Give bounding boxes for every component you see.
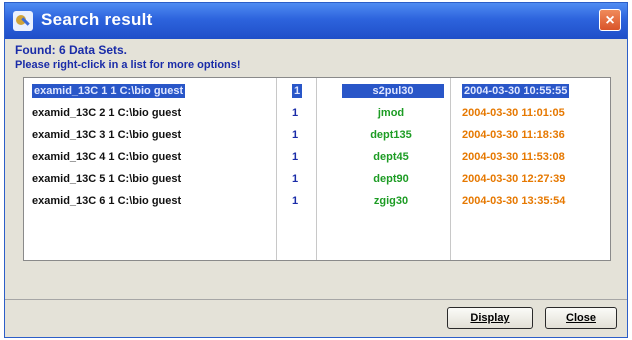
dataset-label: zgig30 xyxy=(373,195,409,207)
title-bar[interactable]: Search result × xyxy=(5,3,627,39)
dataset-timestamp: 2004-03-30 10:55:55 xyxy=(462,84,570,98)
close-button[interactable]: Close xyxy=(545,307,617,329)
dataset-timestamp: 2004-03-30 13:35:54 xyxy=(462,195,566,207)
dataset-number: 1 xyxy=(292,195,299,207)
dataset-path: examid_13C 4 1 C:\bio guest xyxy=(32,151,182,163)
search-app-icon xyxy=(13,11,33,31)
dataset-path: examid_13C 3 1 C:\bio guest xyxy=(32,129,182,141)
dataset-path: examid_13C 6 1 C:\bio guest xyxy=(32,195,182,207)
dataset-timestamp: 2004-03-30 11:01:05 xyxy=(462,107,565,119)
window-title: Search result xyxy=(41,10,153,29)
dataset-label: s2pul30 xyxy=(342,84,444,98)
search-result-dialog: Search result × Found: 6 Data Sets. Plea… xyxy=(4,2,628,338)
found-count-text: Found: 6 Data Sets. xyxy=(15,43,128,57)
results-list[interactable]: examid_13C 1 1 C:\bio guest 1 s2pul30 20… xyxy=(23,77,611,261)
list-item[interactable]: examid_13C 2 1 C:\bio guest 1 jmod 2004-… xyxy=(24,104,610,126)
dataset-timestamp: 2004-03-30 11:18:36 xyxy=(462,129,565,141)
dataset-number: 1 xyxy=(292,107,299,119)
dataset-label: dept135 xyxy=(370,129,412,141)
window-close-button[interactable]: × xyxy=(599,9,621,31)
dataset-label: jmod xyxy=(377,107,405,119)
display-button[interactable]: Display xyxy=(447,307,533,329)
dataset-number: 1 xyxy=(292,129,299,141)
separator xyxy=(5,299,627,300)
dataset-timestamp: 2004-03-30 11:53:08 xyxy=(462,151,565,163)
dataset-path: examid_13C 2 1 C:\bio guest xyxy=(32,107,182,119)
list-item[interactable]: examid_13C 1 1 C:\bio guest 1 s2pul30 20… xyxy=(24,82,610,104)
hint-text: Please right-click in a list for more op… xyxy=(15,59,241,71)
dataset-number: 1 xyxy=(292,84,303,98)
dataset-path: examid_13C 1 1 C:\bio guest xyxy=(32,84,186,98)
list-item[interactable]: examid_13C 3 1 C:\bio guest 1 dept135 20… xyxy=(24,126,610,148)
list-item[interactable]: examid_13C 5 1 C:\bio guest 1 dept90 200… xyxy=(24,170,610,192)
dataset-number: 1 xyxy=(292,173,299,185)
list-item[interactable]: examid_13C 4 1 C:\bio guest 1 dept45 200… xyxy=(24,148,610,170)
dataset-label: dept90 xyxy=(373,173,409,185)
dataset-label: dept45 xyxy=(373,151,409,163)
dataset-path: examid_13C 5 1 C:\bio guest xyxy=(32,173,182,185)
dataset-number: 1 xyxy=(292,151,299,163)
dataset-timestamp: 2004-03-30 12:27:39 xyxy=(462,173,566,185)
list-item[interactable]: examid_13C 6 1 C:\bio guest 1 zgig30 200… xyxy=(24,192,610,214)
